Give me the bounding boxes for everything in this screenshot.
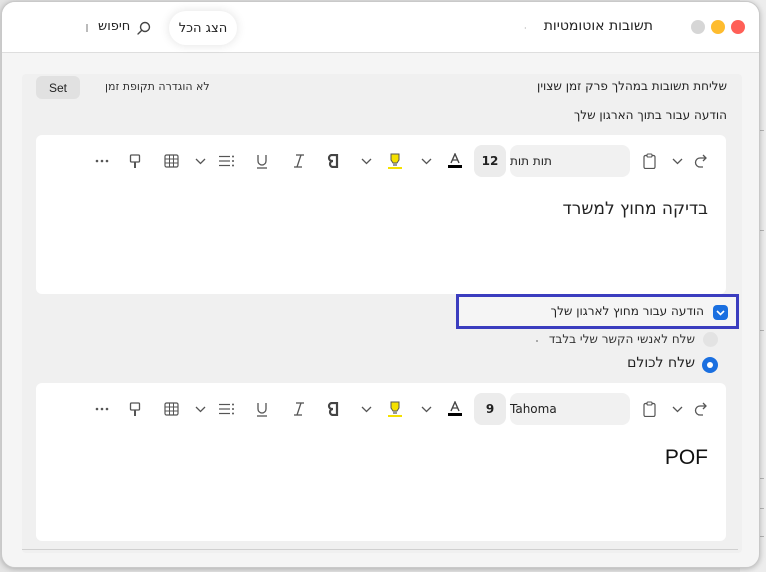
chevron-down-icon[interactable] bbox=[418, 145, 434, 177]
chevron-down-icon[interactable] bbox=[669, 145, 685, 177]
outside-org-label: הודעה עבור מחוץ לארגון שלך bbox=[550, 304, 704, 318]
inside-org-editor[interactable]: 12 תות תות בדיקה מחוץ למשרד bbox=[36, 135, 726, 294]
more-icon[interactable] bbox=[90, 393, 114, 425]
more-icon[interactable] bbox=[90, 145, 114, 177]
inside-org-message[interactable]: בדיקה מחוץ למשרד bbox=[563, 199, 708, 219]
font-color-icon[interactable] bbox=[444, 393, 466, 425]
title-separator: · bbox=[524, 24, 527, 33]
chevron-down-icon[interactable] bbox=[358, 393, 374, 425]
bold-icon[interactable] bbox=[322, 145, 344, 177]
radio-contacts-only[interactable] bbox=[703, 332, 718, 347]
format-painter-icon[interactable] bbox=[124, 145, 146, 177]
bold-icon[interactable] bbox=[322, 393, 344, 425]
undo-icon[interactable] bbox=[690, 393, 712, 425]
highlighter-icon[interactable] bbox=[384, 393, 406, 425]
chevron-down-icon[interactable] bbox=[358, 145, 374, 177]
table-icon[interactable] bbox=[160, 393, 182, 425]
maximize-window-button[interactable] bbox=[691, 20, 705, 34]
font-color-icon[interactable] bbox=[444, 145, 466, 177]
inside-org-label: הודעה עבור בתוך הארגון שלך bbox=[573, 108, 727, 122]
radio-contacts-only-label: שלח לאנשי הקשר שלי בלבד bbox=[548, 332, 695, 346]
close-window-button[interactable] bbox=[731, 20, 745, 34]
chevron-down-icon[interactable] bbox=[669, 393, 685, 425]
indent-mark bbox=[536, 340, 538, 342]
chevron-down-icon[interactable] bbox=[192, 145, 208, 177]
minimize-window-button[interactable] bbox=[711, 20, 725, 34]
show-all-button[interactable]: הצג הכל bbox=[169, 11, 237, 45]
search-icon[interactable] bbox=[136, 20, 152, 36]
window-title: תשובות אוטומטיות bbox=[543, 18, 653, 34]
time-period-label: שליחת תשובות במהלך פרק זמן שצוין bbox=[537, 79, 727, 93]
bullet-list-icon[interactable] bbox=[216, 393, 236, 425]
italic-icon[interactable] bbox=[288, 393, 310, 425]
radio-send-all-label: שלח לכולם bbox=[627, 355, 695, 371]
panel-bottom-border bbox=[22, 549, 738, 550]
outside-org-message[interactable]: POF bbox=[665, 446, 708, 470]
no-time-period-label: לא הוגדרה תקופת זמן bbox=[105, 80, 210, 93]
set-time-period-button[interactable]: Set bbox=[36, 76, 80, 99]
outside-org-checkbox-row[interactable]: הודעה עבור מחוץ לארגון שלך bbox=[456, 294, 739, 329]
underline-icon[interactable] bbox=[251, 145, 273, 177]
paste-icon[interactable] bbox=[638, 145, 660, 177]
bullet-list-icon[interactable] bbox=[216, 145, 236, 177]
underline-icon[interactable] bbox=[251, 393, 273, 425]
paste-icon[interactable] bbox=[638, 393, 660, 425]
chevron-down-icon[interactable] bbox=[192, 393, 208, 425]
editor-toolbar: 12 תות תות bbox=[36, 145, 726, 177]
font-family-box[interactable]: Tahoma bbox=[510, 393, 630, 425]
chevron-down-icon[interactable] bbox=[418, 393, 434, 425]
italic-icon[interactable] bbox=[288, 145, 310, 177]
font-family-box[interactable]: תות תות bbox=[510, 145, 630, 177]
outside-org-editor[interactable]: 9 Tahoma POF bbox=[36, 383, 726, 541]
outside-org-checkbox[interactable] bbox=[713, 305, 728, 320]
format-painter-icon[interactable] bbox=[124, 393, 146, 425]
title-divider bbox=[86, 24, 88, 32]
highlighter-icon[interactable] bbox=[384, 145, 406, 177]
font-size-box[interactable]: 9 bbox=[474, 393, 506, 425]
table-icon[interactable] bbox=[160, 145, 182, 177]
title-bar: תשובות אוטומטיות · הצג הכל חיפוש bbox=[2, 2, 759, 53]
undo-icon[interactable] bbox=[690, 145, 712, 177]
editor-toolbar: 9 Tahoma bbox=[36, 393, 726, 425]
search-label[interactable]: חיפוש bbox=[98, 19, 130, 34]
font-size-box[interactable]: 12 bbox=[474, 145, 506, 177]
radio-send-all[interactable] bbox=[702, 357, 718, 373]
